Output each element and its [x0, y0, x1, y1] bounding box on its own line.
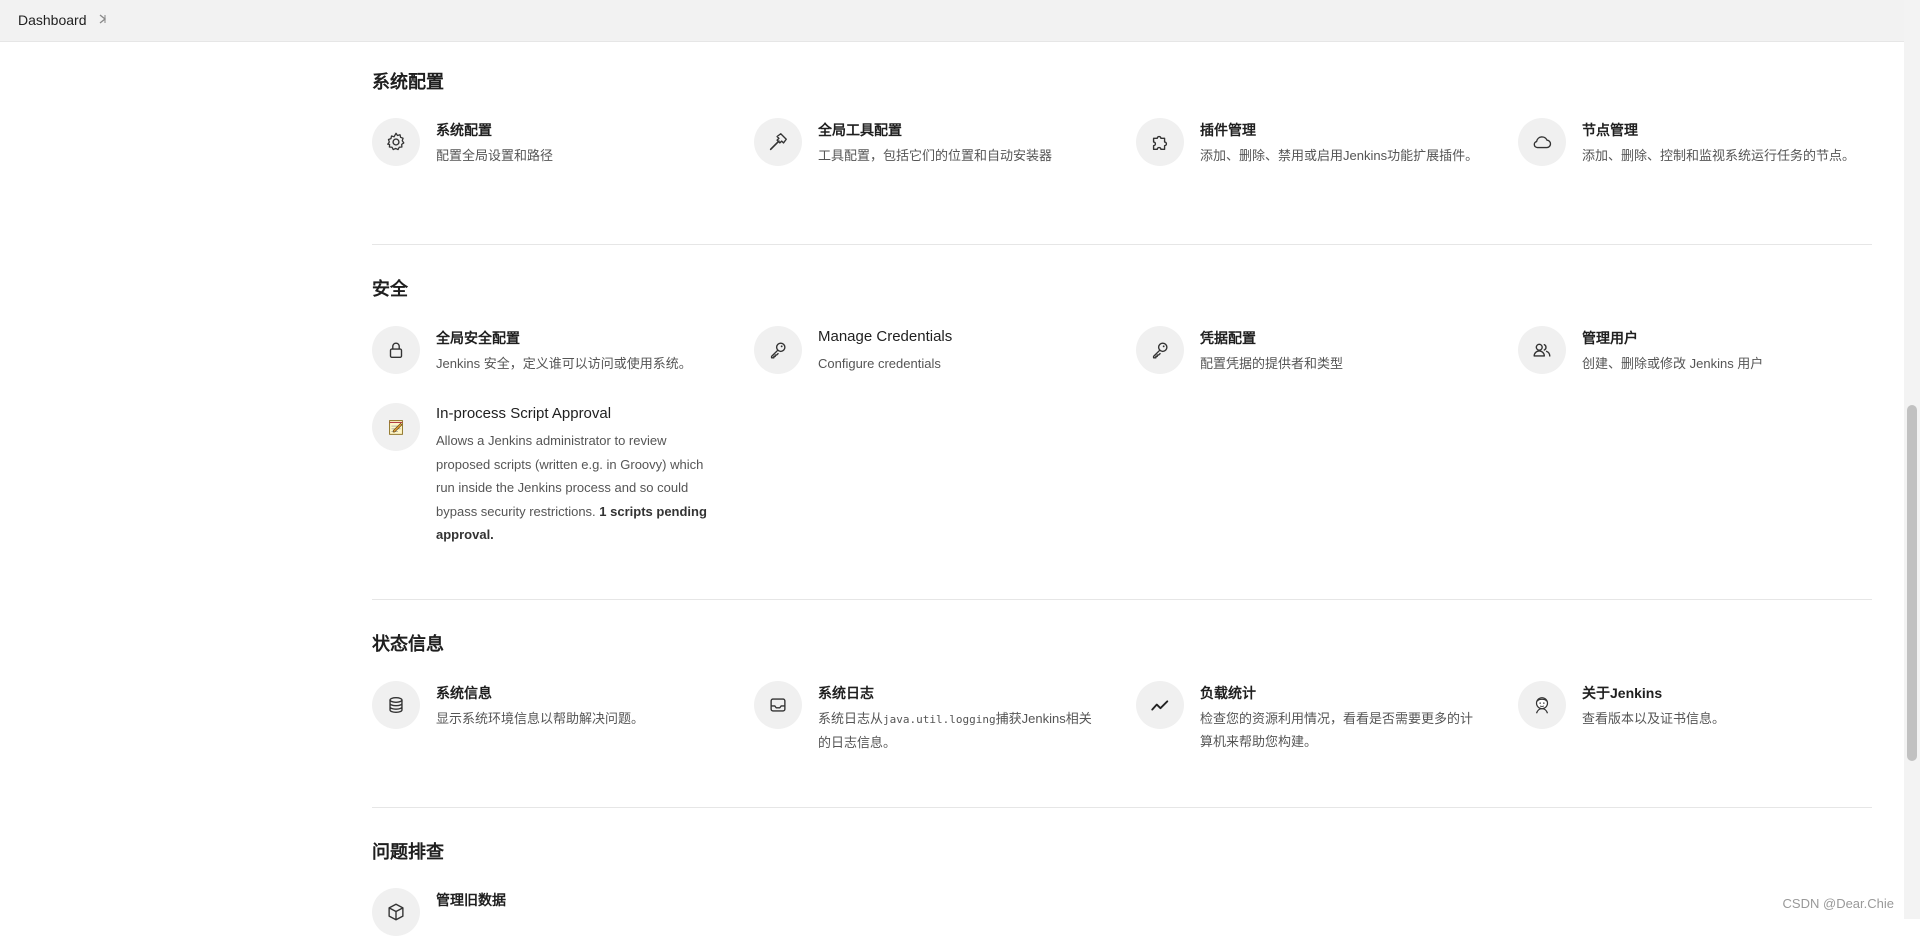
scrollbar-thumb[interactable]	[1907, 405, 1917, 761]
item-title: 节点管理	[1582, 122, 1638, 138]
section-divider	[372, 807, 1872, 808]
item-desc: 配置全局设置和路径	[436, 148, 554, 163]
item-title: 管理用户	[1582, 330, 1638, 346]
chevron-right-icon[interactable]	[96, 12, 110, 26]
item-desc: Configure credentials	[818, 356, 941, 371]
item-title: 系统日志	[818, 685, 874, 701]
item-title: 凭据配置	[1200, 330, 1256, 346]
item-title: 系统信息	[436, 685, 492, 701]
section-divider	[372, 244, 1872, 245]
hammer-icon	[754, 118, 802, 166]
gear-icon	[372, 118, 420, 166]
section-title-troubleshoot: 问题排查	[372, 842, 444, 862]
item-title: In-process Script Approval	[436, 405, 612, 422]
item-title: 全局工具配置	[818, 122, 902, 138]
section-title-status: 状态信息	[372, 634, 444, 654]
notepad-icon	[372, 403, 420, 451]
trend-icon	[1136, 681, 1184, 729]
item-desc: 系统日志从java.util.logging捕获Jenkins相关的日志信息。	[818, 707, 1098, 754]
breadcrumb-dashboard[interactable]: Dashboard	[18, 12, 87, 28]
item-desc: 检查您的资源利用情况，看看是否需要更多的计算机来帮助您构建。	[1200, 711, 1474, 749]
item-desc: Allows a Jenkins administrator to review…	[436, 429, 711, 547]
lock-icon	[372, 326, 420, 374]
item-title: Manage Credentials	[818, 328, 953, 345]
key-icon	[754, 326, 802, 374]
item-desc: 查看版本以及证书信息。	[1582, 711, 1726, 726]
item-title: 插件管理	[1200, 122, 1256, 138]
item-title: 系统配置	[436, 122, 492, 138]
item-desc: Jenkins 安全，定义谁可以访问或使用系统。	[436, 356, 692, 371]
item-title: 负载统计	[1200, 685, 1256, 701]
item-desc: 配置凭据的提供者和类型	[1200, 356, 1344, 371]
item-desc: 工具配置，包括它们的位置和自动安装器	[818, 148, 1053, 163]
section-title-security: 安全	[372, 279, 408, 299]
item-title: 关于Jenkins	[1582, 685, 1663, 701]
item-desc: 创建、删除或修改 Jenkins 用户	[1582, 356, 1764, 371]
cloud-icon	[1518, 118, 1566, 166]
item-desc: 添加、删除、控制和监视系统运行任务的节点。	[1582, 148, 1856, 163]
watermark: CSDN @Dear.Chie	[1782, 896, 1894, 911]
section-divider	[372, 599, 1872, 600]
vertical-scrollbar[interactable]	[1904, 0, 1920, 919]
puzzle-icon	[1136, 118, 1184, 166]
item-desc: 显示系统环境信息以帮助解决问题。	[436, 711, 645, 726]
section-title-system: 系统配置	[372, 72, 444, 92]
box-icon	[372, 888, 420, 936]
item-title: 全局安全配置	[436, 330, 520, 346]
item-desc: 添加、删除、禁用或启用Jenkins功能扩展插件。	[1200, 148, 1479, 163]
jenkins-logo-icon	[1518, 681, 1566, 729]
database-icon	[372, 681, 420, 729]
top-bar: Dashboard	[0, 0, 1904, 42]
item-desc-code: java.util.logging	[883, 713, 996, 726]
inbox-icon	[754, 681, 802, 729]
item-title: 管理旧数据	[436, 892, 506, 908]
key-icon	[1136, 326, 1184, 374]
item-desc-pre: 系统日志从	[818, 711, 884, 726]
users-icon	[1518, 326, 1566, 374]
